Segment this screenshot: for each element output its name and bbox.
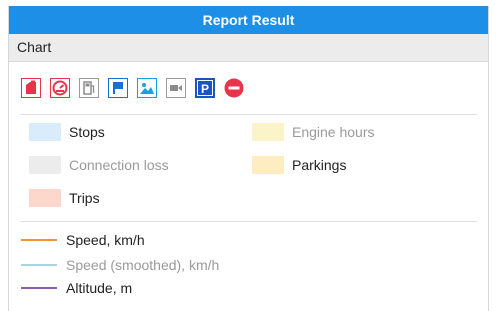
line-swatch-speed bbox=[21, 239, 57, 241]
swatch-parkings bbox=[252, 156, 284, 174]
image-button[interactable] bbox=[137, 78, 157, 98]
legend-line-label-altitude: Altitude, m bbox=[66, 280, 133, 296]
legend-item-engine-hours[interactable]: Engine hours bbox=[252, 123, 375, 141]
legend-line-label-speed: Speed, km/h bbox=[66, 232, 145, 248]
swatch-connection-loss bbox=[29, 156, 61, 174]
video-camera-button[interactable] bbox=[166, 78, 186, 98]
legend-label-stops: Stops bbox=[69, 124, 105, 140]
swatch-trips bbox=[29, 189, 61, 207]
fuel-can-icon bbox=[21, 78, 41, 98]
fuel-can-button[interactable] bbox=[21, 78, 41, 98]
divider-top bbox=[21, 114, 477, 115]
line-swatch-altitude bbox=[21, 287, 57, 289]
image-icon bbox=[137, 78, 157, 98]
swatch-engine-hours bbox=[252, 123, 284, 141]
chart-toolbar: P bbox=[21, 78, 244, 98]
legend-item-parkings[interactable]: Parkings bbox=[252, 156, 346, 174]
divider-bottom bbox=[21, 221, 477, 222]
flag-icon bbox=[108, 78, 128, 98]
svg-text:P: P bbox=[201, 82, 209, 96]
fuel-pump-icon bbox=[79, 78, 99, 98]
window-title: Report Result bbox=[9, 6, 488, 34]
legend-line-label-speed-smoothed: Speed (smoothed), km/h bbox=[66, 257, 220, 273]
legend-item-trips[interactable]: Trips bbox=[29, 189, 100, 207]
parking-button[interactable]: P bbox=[195, 78, 215, 98]
legend-line-speed-smoothed[interactable]: Speed (smoothed), km/h bbox=[21, 256, 219, 274]
parking-icon: P bbox=[195, 78, 215, 98]
legend-item-stops[interactable]: Stops bbox=[29, 123, 105, 141]
swatch-stops bbox=[29, 123, 61, 141]
fuel-pump-button[interactable] bbox=[79, 78, 99, 98]
speedometer-icon bbox=[50, 78, 70, 98]
no-entry-icon bbox=[224, 78, 244, 98]
legend-label-engine-hours: Engine hours bbox=[292, 124, 375, 140]
no-entry-button[interactable] bbox=[224, 78, 244, 98]
speedometer-button[interactable] bbox=[50, 78, 70, 98]
legend-label-parkings: Parkings bbox=[292, 157, 347, 173]
legend-label-connection-loss: Connection loss bbox=[69, 157, 169, 173]
legend-label-trips: Trips bbox=[69, 190, 100, 206]
video-camera-icon bbox=[166, 78, 186, 98]
legend-line-speed[interactable]: Speed, km/h bbox=[21, 231, 145, 249]
legend-item-connection-loss[interactable]: Connection loss bbox=[29, 156, 169, 174]
flag-button[interactable] bbox=[108, 78, 128, 98]
legend-line-altitude[interactable]: Altitude, m bbox=[21, 279, 132, 297]
chart-section-header[interactable]: Chart bbox=[9, 34, 488, 62]
line-swatch-speed-smoothed bbox=[21, 264, 57, 266]
